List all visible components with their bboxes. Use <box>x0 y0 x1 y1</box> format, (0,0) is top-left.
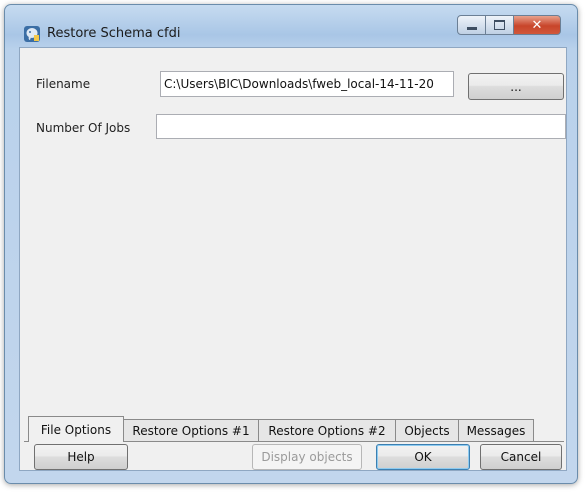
button-row: Help Display objects OK Cancel <box>20 444 566 470</box>
maximize-button[interactable] <box>486 15 514 35</box>
ok-button[interactable]: OK <box>376 444 470 470</box>
cancel-button[interactable]: Cancel <box>480 444 562 470</box>
number-of-jobs-label: Number Of Jobs <box>36 121 131 135</box>
minimize-button[interactable] <box>457 15 486 35</box>
title-bar[interactable]: Restore Schema cfdi ✕ <box>5 5 577 47</box>
display-objects-button[interactable]: Display objects <box>252 444 362 470</box>
tab-objects[interactable]: Objects <box>395 419 459 441</box>
restore-dialog-window: Restore Schema cfdi ✕ Filename C:\Users\… <box>4 4 578 484</box>
help-button[interactable]: Help <box>34 444 128 470</box>
browse-button[interactable]: ... <box>468 73 564 100</box>
tab-restore-options-2[interactable]: Restore Options #2 <box>258 419 396 441</box>
dialog-client-area: Filename C:\Users\BIC\Downloads\fweb_loc… <box>19 47 567 471</box>
window-controls: ✕ <box>457 15 561 37</box>
maximize-icon <box>494 20 505 30</box>
close-button[interactable]: ✕ <box>514 15 561 35</box>
number-of-jobs-input[interactable] <box>156 114 566 139</box>
elephant-app-icon <box>24 26 40 42</box>
tab-messages[interactable]: Messages <box>458 419 534 441</box>
filename-label: Filename <box>36 77 91 91</box>
tab-file-options[interactable]: File Options <box>28 416 124 442</box>
filename-input[interactable]: C:\Users\BIC\Downloads\fweb_local-14-11-… <box>160 71 454 97</box>
window-title: Restore Schema cfdi <box>47 26 181 41</box>
close-icon: ✕ <box>531 17 543 33</box>
minimize-icon <box>466 27 477 30</box>
tab-restore-options-1[interactable]: Restore Options #1 <box>123 419 259 441</box>
